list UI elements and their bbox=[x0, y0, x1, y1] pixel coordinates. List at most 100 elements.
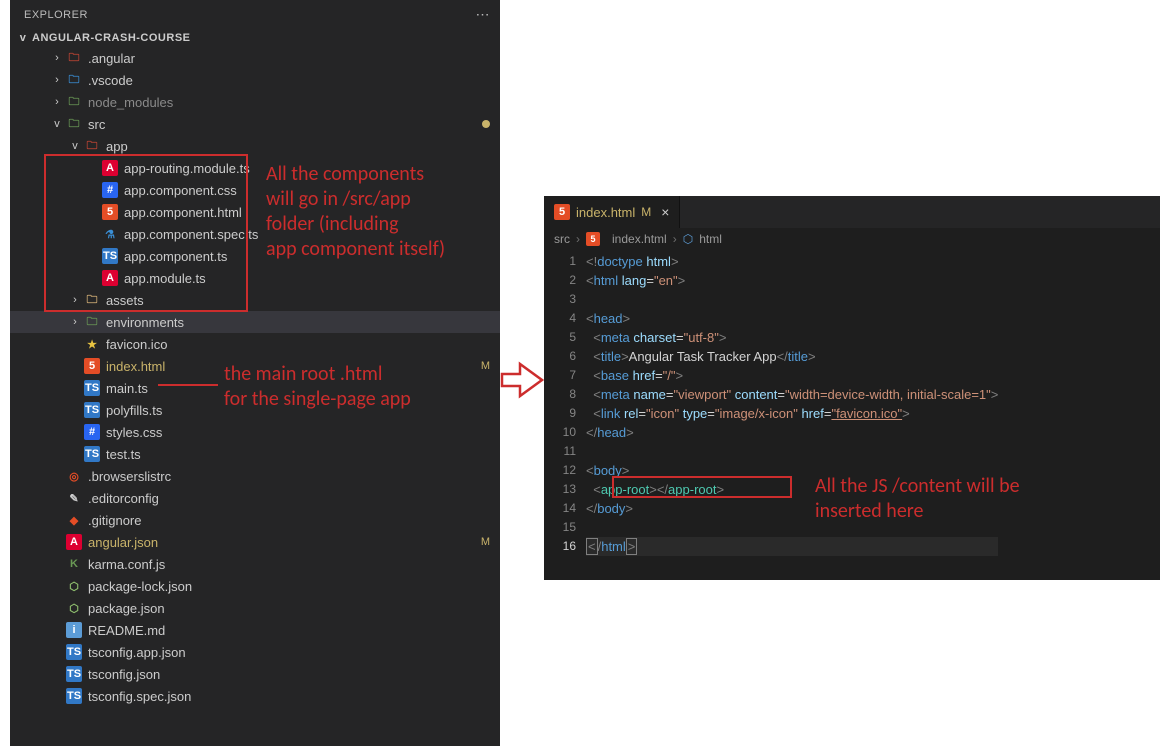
editor-tab-index-html[interactable]: 5 index.html M × bbox=[544, 196, 680, 228]
ts-icon: TS bbox=[84, 380, 100, 396]
annotation-text-3: All the JS /content will be inserted her… bbox=[815, 474, 1020, 524]
tree-item-package-lock-json[interactable]: ⬡package-lock.json bbox=[10, 575, 500, 597]
chevron-right-icon[interactable]: › bbox=[50, 74, 64, 86]
tree-item-readme-md[interactable]: i README.md bbox=[10, 619, 500, 641]
tree-item-label: .editorconfig bbox=[88, 491, 490, 506]
code-line[interactable]: <html lang="en"> bbox=[586, 271, 998, 290]
breadcrumb[interactable]: src › 5 index.html › ⬡ html bbox=[544, 228, 1160, 250]
line-number: 3 bbox=[544, 290, 576, 309]
chevron-right-icon: › bbox=[673, 232, 677, 246]
tree-item-label: tsconfig.app.json bbox=[88, 645, 490, 660]
crumb-symbol[interactable]: html bbox=[699, 232, 722, 246]
tree-item--editorconfig[interactable]: ✎ .editorconfig bbox=[10, 487, 500, 509]
tree-item-assets[interactable]: ›🗀assets bbox=[10, 289, 500, 311]
edit-icon: ✎ bbox=[66, 490, 82, 506]
tree-item-label: .vscode bbox=[88, 73, 490, 88]
line-number: 7 bbox=[544, 366, 576, 385]
tree-item-label: assets bbox=[106, 293, 490, 308]
tree-item-label: README.md bbox=[88, 623, 490, 638]
chevron-right-icon[interactable]: › bbox=[68, 316, 82, 328]
line-number: 1 bbox=[544, 252, 576, 271]
chevron-down-icon[interactable]: v bbox=[68, 140, 82, 152]
folder-green-icon: 🗀 bbox=[66, 116, 82, 132]
tree-item-label: favicon.ico bbox=[106, 337, 490, 352]
tree-item-environments[interactable]: ›🗀 environments bbox=[10, 311, 500, 333]
editor-tabbar: 5 index.html M × bbox=[544, 196, 1160, 228]
line-number: 10 bbox=[544, 423, 576, 442]
tree-item--gitignore[interactable]: ◆ .gitignore bbox=[10, 509, 500, 531]
code-line[interactable]: <!doctype html> bbox=[586, 252, 998, 271]
tree-item-src[interactable]: v🗀src bbox=[10, 113, 500, 135]
tree-item-label: test.ts bbox=[106, 447, 490, 462]
explorer-more-icon[interactable]: ⋯ bbox=[476, 6, 491, 23]
tree-item-label: karma.conf.js bbox=[88, 557, 490, 572]
dirty-dot-icon bbox=[482, 120, 490, 128]
code-line[interactable]: <title>Angular Task Tracker App</title> bbox=[586, 347, 998, 366]
pkg-icon: ⬡ bbox=[66, 578, 82, 594]
code-line[interactable]: <base href="/"> bbox=[586, 366, 998, 385]
tree-item-test-ts[interactable]: TStest.ts bbox=[10, 443, 500, 465]
html-icon: 5 bbox=[586, 232, 600, 246]
line-number: 13 bbox=[544, 480, 576, 499]
code-line[interactable]: </head> bbox=[586, 423, 998, 442]
tree-item-tsconfig-app-json[interactable]: TStsconfig.app.json bbox=[10, 641, 500, 663]
chevron-right-icon[interactable]: › bbox=[68, 294, 82, 306]
html-icon: 5 bbox=[102, 204, 118, 220]
code-line[interactable]: <head> bbox=[586, 309, 998, 328]
ng-icon: A bbox=[102, 270, 118, 286]
pkg-icon: ⬡ bbox=[66, 600, 82, 616]
css-icon: # bbox=[102, 182, 118, 198]
line-number: 9 bbox=[544, 404, 576, 423]
chevron-right-icon[interactable]: › bbox=[50, 96, 64, 108]
css-icon: # bbox=[84, 424, 100, 440]
tree-item-tsconfig-spec-json[interactable]: TStsconfig.spec.json bbox=[10, 685, 500, 707]
code-line[interactable]: <link rel="icon" type="image/x-icon" hre… bbox=[586, 404, 998, 423]
tree-item-node-modules[interactable]: ›🗀node_modules bbox=[10, 91, 500, 113]
tree-item-favicon-ico[interactable]: ★ favicon.ico bbox=[10, 333, 500, 355]
ts-icon: TS bbox=[66, 688, 82, 704]
tree-item-styles-css[interactable]: # styles.css bbox=[10, 421, 500, 443]
tree-item-label: tsconfig.json bbox=[88, 667, 490, 682]
tree-item-angular-json[interactable]: Aangular.jsonM bbox=[10, 531, 500, 553]
project-name: ANGULAR-CRASH-COURSE bbox=[32, 32, 191, 44]
chevron-right-icon[interactable]: › bbox=[50, 52, 64, 64]
tree-item-tsconfig-json[interactable]: TStsconfig.json bbox=[10, 663, 500, 685]
star-icon: ★ bbox=[84, 336, 100, 352]
annotation-text-2: the main root .html for the single-page … bbox=[224, 362, 411, 412]
tree-item-label: styles.css bbox=[106, 425, 490, 440]
line-gutter: 12345678910111213141516 bbox=[544, 250, 586, 558]
code-line[interactable]: <meta charset="utf-8"> bbox=[586, 328, 998, 347]
chevron-down-icon[interactable]: v bbox=[50, 118, 64, 130]
code-line[interactable] bbox=[586, 442, 998, 461]
folder-star-icon: 🗀 bbox=[84, 314, 100, 330]
close-icon[interactable]: × bbox=[661, 204, 669, 220]
ng-icon: A bbox=[66, 534, 82, 550]
tree-item-label: .gitignore bbox=[88, 513, 490, 528]
line-number: 5 bbox=[544, 328, 576, 347]
tree-item-label: .angular bbox=[88, 51, 490, 66]
ts-icon: TS bbox=[84, 402, 100, 418]
karma-icon: K bbox=[66, 556, 82, 572]
chevron-right-icon: › bbox=[576, 232, 580, 246]
code-line[interactable]: <meta name="viewport" content="width=dev… bbox=[586, 385, 998, 404]
tree-item-package-json[interactable]: ⬡package.json bbox=[10, 597, 500, 619]
crumb-file[interactable]: index.html bbox=[612, 232, 667, 246]
tree-item--angular[interactable]: ›🗀.angular bbox=[10, 47, 500, 69]
tree-item-app-module-ts[interactable]: Aapp.module.ts bbox=[10, 267, 500, 289]
tree-item--vscode[interactable]: ›🗀 .vscode bbox=[10, 69, 500, 91]
code-line[interactable] bbox=[586, 290, 998, 309]
flask-icon: ⚗ bbox=[102, 226, 118, 242]
html-icon: 5 bbox=[554, 204, 570, 220]
folder-blue-icon: 🗀 bbox=[66, 72, 82, 88]
git-icon: ◆ bbox=[66, 512, 82, 528]
tree-item-label: .browserslistrc bbox=[88, 469, 490, 484]
tree-item-label: environments bbox=[106, 315, 490, 330]
tree-item-karma-conf-js[interactable]: Kkarma.conf.js bbox=[10, 553, 500, 575]
tree-item-app[interactable]: v🗀app bbox=[10, 135, 500, 157]
code-line[interactable]: </html> bbox=[586, 537, 998, 556]
crumb-folder[interactable]: src bbox=[554, 232, 570, 246]
readme-icon: i bbox=[66, 622, 82, 638]
line-number: 15 bbox=[544, 518, 576, 537]
tree-item--browserslistrc[interactable]: ◎.browserslistrc bbox=[10, 465, 500, 487]
project-root[interactable]: v ANGULAR-CRASH-COURSE bbox=[10, 29, 500, 47]
